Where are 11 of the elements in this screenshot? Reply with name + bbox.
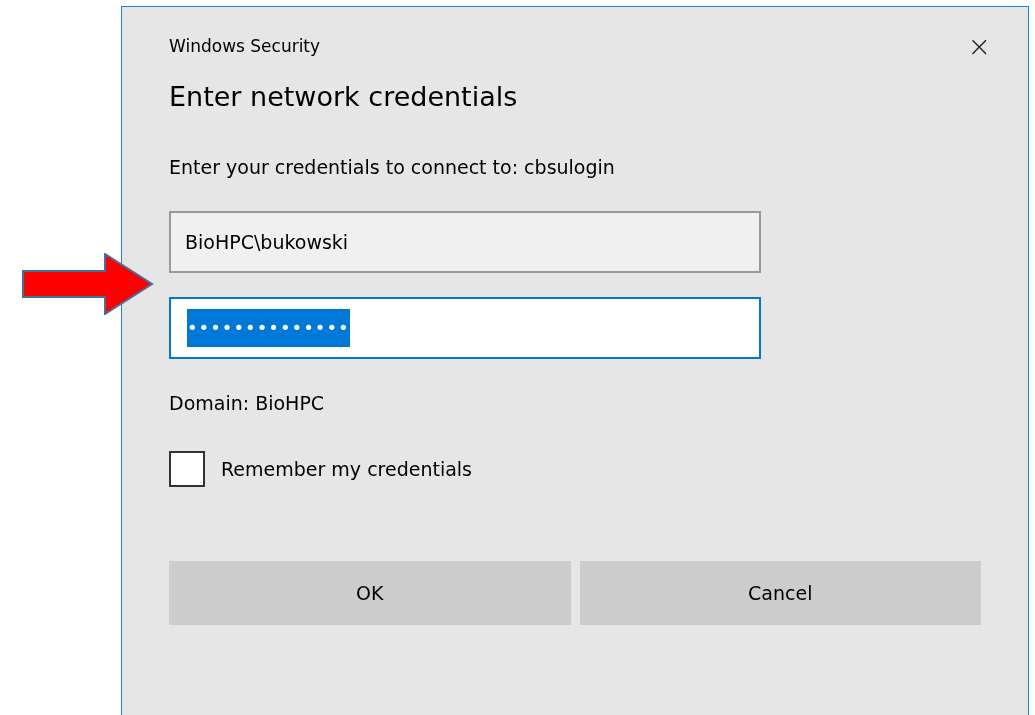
password-field[interactable]: •••••••••••••• — [169, 297, 761, 359]
domain-text: Domain: BioHPC — [169, 392, 326, 414]
ok-button[interactable]: OK — [169, 561, 571, 625]
message-text: Enter your credentials to connect to: cbsulogin — [169, 156, 616, 178]
password-value: •••••••••••••• — [187, 309, 350, 347]
cancel-button[interactable]: Cancel — [579, 561, 981, 625]
close-button[interactable]: × — [963, 29, 995, 63]
dialog-heading: Enter network credentials — [169, 81, 519, 112]
window-title: Windows Security — [169, 36, 321, 56]
username-field[interactable]: BioHPC\bukowski — [169, 211, 761, 273]
checkbox-label[interactable]: Remember my credentials — [221, 458, 472, 480]
